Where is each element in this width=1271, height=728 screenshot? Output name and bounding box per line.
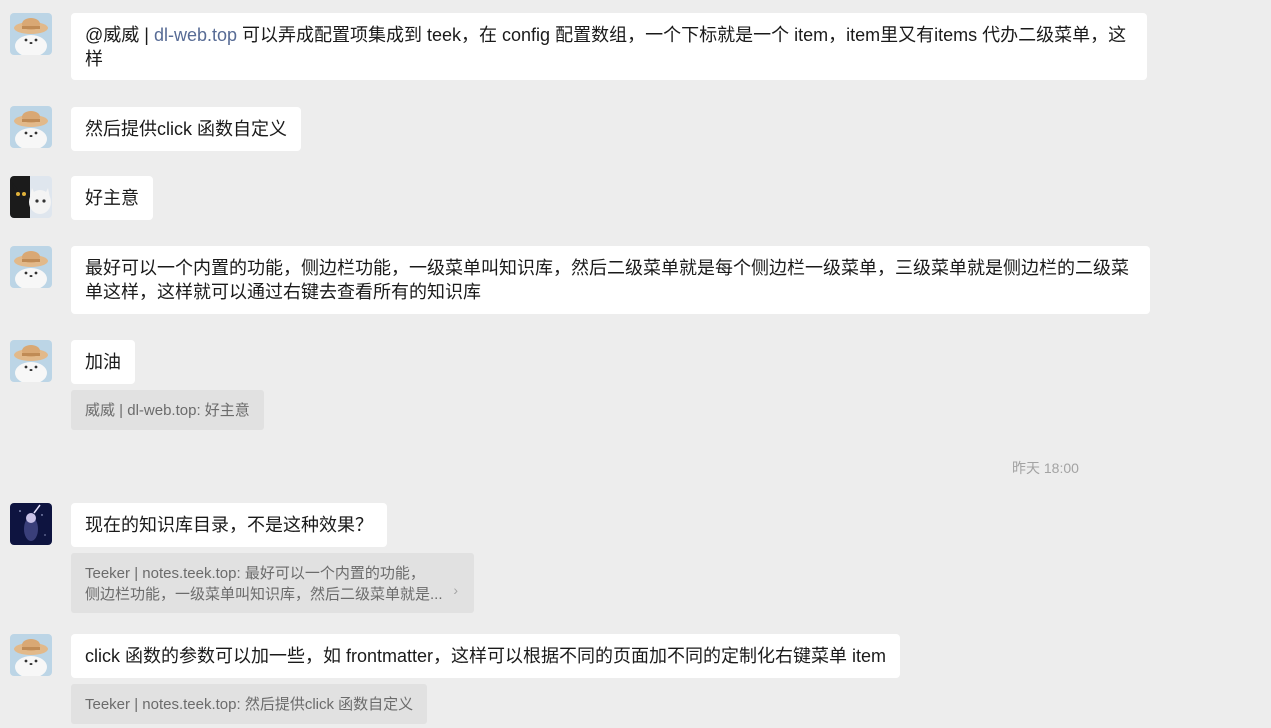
quoted-message[interactable]: 威威 | dl-web.top: 好主意	[71, 390, 264, 430]
black-cat-avatar[interactable]	[10, 176, 52, 218]
quoted-message[interactable]: Teeker | notes.teek.top: 然后提供click 函数自定义	[71, 684, 428, 724]
quoted-message[interactable]: Teeker | notes.teek.top: 最好可以一个内置的功能， 侧边…	[71, 553, 474, 613]
message-text: 然后提供click 函数自定义	[85, 119, 287, 139]
cartoon-hat-avatar[interactable]	[10, 13, 52, 55]
message-text: 可以弄成配置项集成到 teek，在 config 配置数组，一个下标就是一个 i…	[85, 25, 1127, 69]
chat-window: @威威 | dl-web.top 可以弄成配置项集成到 teek，在 confi…	[0, 0, 1271, 728]
message-text: @威威 |	[85, 25, 154, 45]
message-text: 最好可以一个内置的功能，侧边栏功能，一级菜单叫知识库，然后二级菜单就是每个侧边栏…	[85, 258, 1129, 302]
cartoon-hat-avatar[interactable]	[10, 340, 52, 382]
quote-text: 威威 | dl-web.top: 好主意	[85, 402, 250, 419]
cartoon-hat-avatar[interactable]	[10, 634, 52, 676]
message-text: 加油	[85, 352, 121, 372]
chevron-right-icon[interactable]: ›	[453, 580, 458, 601]
message-text: 现在的知识库目录，不是这种效果？	[85, 515, 373, 535]
message-bubble[interactable]: 好主意	[71, 176, 153, 220]
cartoon-hat-avatar[interactable]	[10, 106, 52, 148]
night-figure-avatar[interactable]	[10, 503, 52, 545]
message-bubble[interactable]: 现在的知识库目录，不是这种效果？	[71, 503, 387, 547]
message-text: click 函数的参数可以加一些，如 frontmatter，这样可以根据不同的…	[85, 646, 887, 666]
quote-text: Teeker | notes.teek.top: 然后提供click 函数自定义	[85, 696, 414, 713]
message-bubble[interactable]: click 函数的参数可以加一些，如 frontmatter，这样可以根据不同的…	[71, 634, 901, 678]
message-bubble[interactable]: 加油	[71, 340, 135, 384]
mention-link[interactable]: dl-web.top	[154, 25, 237, 45]
message-text: 好主意	[85, 188, 139, 208]
message-bubble[interactable]: @威威 | dl-web.top 可以弄成配置项集成到 teek，在 confi…	[71, 13, 1147, 80]
quote-text: Teeker | notes.teek.top: 最好可以一个内置的功能，	[85, 565, 425, 582]
timestamp: 昨天 18:00	[1012, 460, 1079, 476]
cartoon-hat-avatar[interactable]	[10, 246, 52, 288]
message-bubble[interactable]: 然后提供click 函数自定义	[71, 107, 301, 151]
message-bubble[interactable]: 最好可以一个内置的功能，侧边栏功能，一级菜单叫知识库，然后二级菜单就是每个侧边栏…	[71, 246, 1150, 314]
quote-text: 侧边栏功能，一级菜单叫知识库，然后二级菜单就是...	[85, 586, 443, 603]
